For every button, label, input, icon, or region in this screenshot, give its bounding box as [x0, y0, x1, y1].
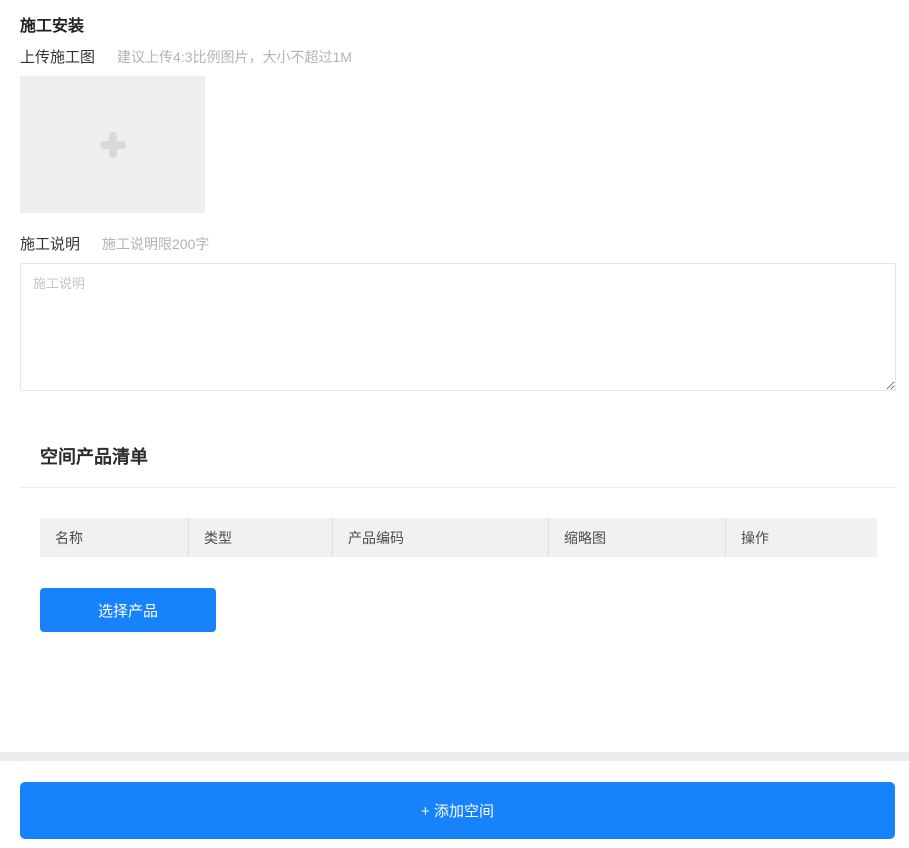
add-space-button[interactable]: + 添加空间 — [20, 782, 895, 839]
column-header-actions: 操作 — [725, 518, 877, 557]
construction-install-page: 施工安装 上传施工图 建议上传4:3比例图片，大小不超过1M 施工说明 施工说明… — [0, 0, 909, 848]
section-divider — [20, 487, 897, 488]
upload-label: 上传施工图 — [20, 49, 96, 66]
upload-construction-image-dropzone[interactable] — [20, 76, 205, 213]
product-list-title: 空间产品清单 — [40, 447, 148, 467]
description-label-row: 施工说明 施工说明限200字 — [20, 233, 209, 254]
select-product-button[interactable]: 选择产品 — [40, 588, 216, 632]
upload-hint: 建议上传4:3比例图片，大小不超过1M — [117, 49, 352, 65]
section-title: 施工安装 — [20, 18, 85, 35]
upload-label-row: 上传施工图 建议上传4:3比例图片，大小不超过1M — [20, 46, 352, 67]
column-header-name: 名称 — [55, 529, 83, 546]
description-label: 施工说明 — [20, 236, 81, 253]
column-header-thumbnail: 缩略图 — [548, 518, 725, 557]
column-header-type: 类型 — [188, 518, 332, 557]
plus-icon — [99, 131, 126, 158]
product-table-header: 名称 类型 产品编码 缩略图 操作 — [40, 518, 877, 557]
construction-description-textarea[interactable] — [20, 263, 896, 391]
description-hint: 施工说明限200字 — [102, 236, 210, 252]
footer-separator-bar — [0, 752, 909, 761]
column-header-product-code: 产品编码 — [332, 518, 548, 557]
